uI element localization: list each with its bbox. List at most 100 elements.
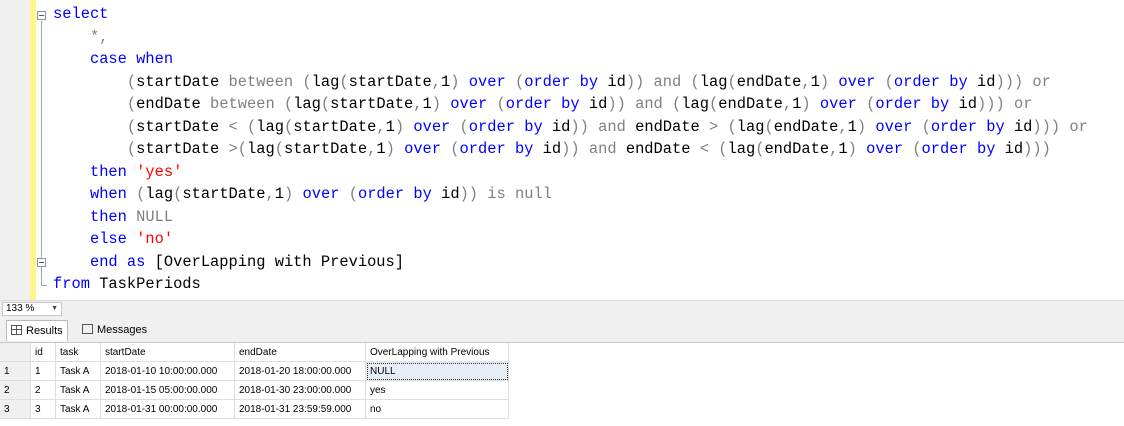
- code-token: startDate: [293, 117, 377, 136]
- code-token: as: [126, 252, 146, 271]
- code-token: 1: [441, 72, 451, 91]
- cell-enddate[interactable]: 2018-01-20 18:00:00.000: [234, 361, 366, 381]
- code-line[interactable]: *,: [53, 26, 1088, 49]
- column-header-task[interactable]: task: [55, 343, 101, 362]
- table-row[interactable]: 2 2 Task A 2018-01-15 05:00:00.000 2018-…: [0, 380, 509, 400]
- code-token: endDate: [773, 117, 839, 136]
- code-token: NULL: [136, 207, 174, 226]
- code-token: select: [53, 5, 109, 23]
- cell-task[interactable]: Task A: [55, 361, 101, 381]
- cell-overlapping[interactable]: yes: [365, 380, 509, 400]
- code-token: lag: [246, 140, 275, 158]
- code-token: case when: [89, 50, 174, 68]
- cell-id[interactable]: 1: [30, 361, 56, 381]
- code-line[interactable]: when (lag(startDate,1) over (order by id…: [53, 183, 1088, 206]
- cell-enddate[interactable]: 2018-01-31 23:59:59.000: [234, 399, 366, 419]
- code-line[interactable]: from TaskPeriods: [53, 273, 1088, 296]
- cell-overlapping[interactable]: no: [365, 399, 509, 419]
- sql-editor[interactable]: select *, case when (startDate between (…: [0, 0, 1124, 300]
- code-token: id: [598, 72, 626, 91]
- code-token: lag: [699, 72, 728, 91]
- code-token: [OverLapping with Previous]: [145, 252, 405, 271]
- column-header-id[interactable]: id: [30, 343, 56, 362]
- code-token: ,: [829, 140, 839, 158]
- code-line[interactable]: then 'yes': [53, 161, 1088, 184]
- cell-id[interactable]: 3: [30, 399, 56, 419]
- zoom-select[interactable]: 133 % ▼: [2, 302, 62, 316]
- cell-id[interactable]: 2: [30, 380, 56, 400]
- column-header-startdate[interactable]: startDate: [100, 343, 235, 362]
- code-token: (: [126, 140, 137, 158]
- row-number[interactable]: 1: [0, 361, 31, 381]
- code-line[interactable]: case when: [53, 48, 1088, 71]
- code-token: 1: [274, 185, 284, 203]
- collapse-select-icon[interactable]: [37, 11, 46, 20]
- collapse-case-icon[interactable]: [37, 258, 46, 267]
- chevron-down-icon[interactable]: ▼: [51, 303, 58, 315]
- table-row[interactable]: 3 3 Task A 2018-01-31 00:00:00.000 2018-…: [0, 399, 509, 419]
- code-token: (: [727, 117, 737, 136]
- code-line[interactable]: else 'no': [53, 228, 1088, 251]
- code-token: *,: [53, 27, 109, 46]
- code-token: startDate: [136, 72, 229, 91]
- code-token: order by: [921, 140, 996, 158]
- code-token: over: [404, 140, 442, 158]
- code-line[interactable]: (startDate >(lag(startDate,1) over (orde…: [53, 138, 1088, 161]
- code-token: over: [468, 72, 506, 91]
- code-token: order by: [524, 72, 599, 91]
- code-token: ))): [976, 95, 1005, 113]
- code-line[interactable]: (startDate between (lag(startDate,1) ove…: [53, 71, 1088, 94]
- tab-messages[interactable]: Messages: [78, 320, 151, 341]
- code-token: ): [385, 140, 395, 158]
- row-number[interactable]: 2: [0, 380, 31, 400]
- tab-results[interactable]: Results: [6, 320, 68, 341]
- code-token: lag: [311, 72, 340, 91]
- code-token: id: [995, 140, 1024, 158]
- code-token: order by: [875, 95, 950, 113]
- column-header-enddate[interactable]: endDate: [234, 343, 366, 362]
- code-line[interactable]: then NULL: [53, 206, 1088, 229]
- code-token: lag: [736, 117, 765, 136]
- code-token: )): [561, 140, 580, 158]
- code-token: 'no': [136, 230, 174, 248]
- code-token: and: [598, 117, 626, 136]
- code-token: lag: [293, 95, 321, 113]
- code-token: id: [579, 95, 608, 113]
- code-token: 1: [838, 140, 848, 158]
- code-line[interactable]: (startDate < (lag(startDate,1) over (ord…: [53, 116, 1088, 139]
- cell-startdate[interactable]: 2018-01-15 05:00:00.000: [100, 380, 235, 400]
- code-token: (: [912, 140, 922, 158]
- column-header-overlapping[interactable]: OverLapping with Previous: [365, 343, 509, 362]
- cell-task[interactable]: Task A: [55, 380, 101, 400]
- cell-task[interactable]: Task A: [55, 399, 101, 419]
- code-line[interactable]: select: [53, 3, 1088, 26]
- code-token: id: [949, 95, 977, 113]
- cell-enddate[interactable]: 2018-01-30 23:00:00.000: [234, 380, 366, 400]
- row-number[interactable]: 3: [0, 399, 31, 419]
- code-token: ,: [367, 140, 377, 158]
- code-line[interactable]: end as [OverLapping with Previous]: [53, 251, 1088, 274]
- code-token: (: [884, 72, 894, 91]
- code-token: order by: [459, 140, 534, 158]
- code-token: (: [302, 72, 312, 91]
- table-row[interactable]: 1 1 Task A 2018-01-10 10:00:00.000 2018-…: [0, 361, 509, 381]
- code-token: endDate: [718, 95, 783, 113]
- cell-overlapping-selected[interactable]: NULL: [365, 361, 509, 381]
- cell-startdate[interactable]: 2018-01-10 10:00:00.000: [100, 361, 235, 381]
- cell-startdate[interactable]: 2018-01-31 00:00:00.000: [100, 399, 235, 419]
- sql-code[interactable]: select *, case when (startDate between (…: [53, 3, 1088, 296]
- code-token: ): [856, 117, 867, 136]
- code-token: id: [431, 185, 460, 203]
- code-token: end: [89, 252, 118, 271]
- code-line[interactable]: (endDate between (lag(startDate,1) over …: [53, 93, 1088, 116]
- code-token: over: [413, 117, 451, 136]
- results-grid: id task startDate endDate OverLapping wi…: [0, 342, 1124, 426]
